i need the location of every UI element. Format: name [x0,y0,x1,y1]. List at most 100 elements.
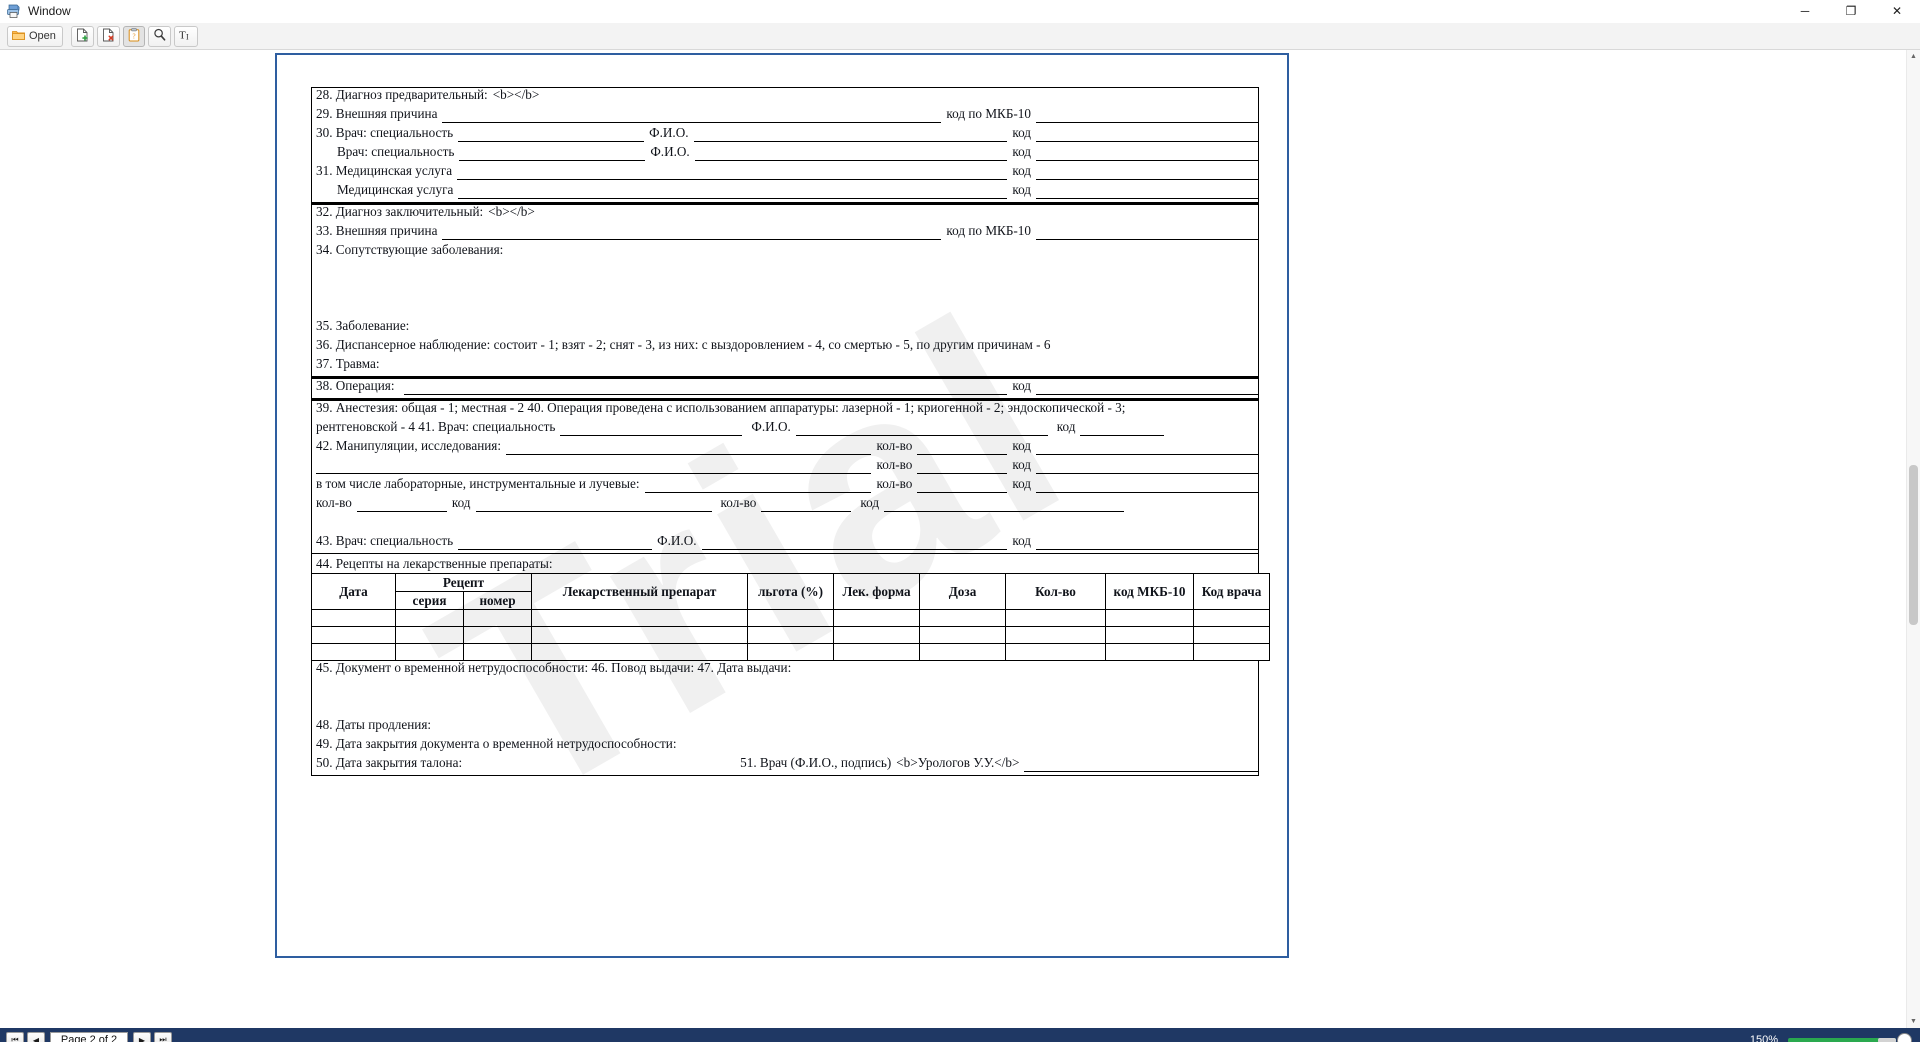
line-31a-field[interactable] [457,178,1008,180]
line-39b-label: рентгеновской - 4 41. Врач: специальност… [316,420,556,434]
line-41-kod-field[interactable] [1080,434,1165,436]
line-42b: в том числе лабораторные, инструментальн… [312,477,1258,496]
line-33-code-field[interactable] [1036,238,1258,240]
page-indicator[interactable]: Page 2 of 2 [50,1031,128,1042]
cell-icd[interactable] [1105,609,1195,627]
cell-drug[interactable] [531,626,749,644]
line-51-signature-field[interactable] [1024,770,1258,772]
line-42a2-field[interactable] [316,472,872,474]
line-31b-kod-field[interactable] [1036,197,1258,199]
cell-benefit[interactable] [747,643,835,661]
last-page-button[interactable]: ⏭ [154,1031,172,1042]
cell-doctor-code[interactable] [1193,626,1271,644]
line-42a-kod-field[interactable] [1036,453,1258,455]
line-43-fio-field[interactable] [701,548,1008,550]
line-42a-field[interactable] [506,453,872,455]
line-42d-kolvo-field[interactable] [761,510,852,512]
line-30a-kod-field[interactable] [1036,140,1258,142]
cell-series[interactable] [395,643,464,661]
minimize-button[interactable]: ─ [1782,0,1828,22]
zoom-slider-knob[interactable] [1897,1032,1912,1042]
cell-benefit[interactable] [747,626,835,644]
cell-doctor-code[interactable] [1193,609,1271,627]
line-42c: кол-во код кол-во код [312,496,1258,515]
maximize-button[interactable]: ❐ [1828,0,1874,22]
line-30a-fio-field[interactable] [693,140,1008,142]
zoom-button[interactable] [147,25,171,47]
line-43-spec-field[interactable] [458,548,653,550]
line-30a-spec-field[interactable] [458,140,645,142]
cell-drug[interactable] [531,643,749,661]
first-page-button[interactable]: ⏮ [6,1031,24,1042]
line-42b-kolvo-field[interactable] [917,491,1008,493]
previous-page-button[interactable]: ◀ [27,1031,45,1042]
line-42a2-kolvo-field[interactable] [917,472,1008,474]
line-42b-kod-field[interactable] [1036,491,1258,493]
scroll-up-icon[interactable]: ▲ [1907,50,1920,63]
cell-date[interactable] [311,643,396,661]
document-page: Trial 28. Диагноз предварительный: <b></… [275,53,1289,958]
open-button[interactable]: Open [7,25,63,47]
clipboard-button[interactable]: ? [122,25,145,47]
cell-icd[interactable] [1105,626,1195,644]
cell-dose[interactable] [919,609,1007,627]
line-41-fio-field[interactable] [795,434,1048,436]
cell-date[interactable] [311,609,396,627]
line-41-spec-field[interactable] [560,434,743,436]
vertical-scrollbar[interactable]: ▲ ▼ [1906,50,1920,1028]
new-document-button[interactable] [70,25,94,47]
cell-drug[interactable] [531,609,749,627]
zoom-slider-track[interactable] [1788,1037,1896,1042]
cell-dose[interactable] [919,626,1007,644]
cell-icd[interactable] [1105,643,1195,661]
cell-dose[interactable] [919,643,1007,661]
text-select-button[interactable]: T I [173,25,198,47]
line-42c-kod-field[interactable] [475,510,712,512]
cell-form[interactable] [833,626,921,644]
line-42c-kolvo-field[interactable] [356,510,447,512]
cell-date[interactable] [311,626,396,644]
next-page-button[interactable]: ▶ [133,1031,151,1042]
line-42b-field[interactable] [644,491,872,493]
cell-number[interactable] [462,643,533,661]
cell-qty[interactable] [1005,609,1107,627]
cell-form[interactable] [833,643,921,661]
line-41-fio-label: Ф.И.О. [751,420,791,434]
line-38-field[interactable] [403,393,1008,395]
cell-qty[interactable] [1005,643,1107,661]
cell-series[interactable] [395,626,464,644]
line-42d-kod-field[interactable] [884,510,1125,512]
line-31a-kod-label: код [1012,164,1031,178]
line-45: 45. Документ о временной нетрудоспособно… [312,661,1258,680]
line-42a-kolvo-field[interactable] [917,453,1008,455]
cell-number[interactable] [462,626,533,644]
line-32-value: <b></b> [488,205,535,219]
line-30b-spec-field[interactable] [459,159,646,161]
line-38: 38. Операция: код [312,379,1258,398]
scroll-down-icon[interactable]: ▼ [1907,1015,1920,1028]
cell-qty[interactable] [1005,626,1107,644]
line-31b-field[interactable] [458,197,1008,199]
table-row[interactable] [311,643,1271,661]
table-row[interactable] [311,609,1271,627]
cell-series[interactable] [395,609,464,627]
line-38-kod-field[interactable] [1036,393,1258,395]
line-29-field[interactable] [442,121,942,123]
table-row[interactable] [311,626,1271,644]
line-31a-kod-field[interactable] [1036,178,1258,180]
scrollbar-thumb[interactable] [1909,465,1918,625]
delete-document-button[interactable] [96,25,120,47]
cell-number[interactable] [462,609,533,627]
cell-form[interactable] [833,609,921,627]
cell-doctor-code[interactable] [1193,643,1271,661]
cell-benefit[interactable] [747,609,835,627]
close-button[interactable]: ✕ [1874,0,1920,22]
line-29-code-field[interactable] [1036,121,1258,123]
line-30b-kod-field[interactable] [1036,159,1258,161]
line-42a2-kod-field[interactable] [1036,472,1258,474]
line-34-space-3 [312,300,1258,319]
line-43-kod-field[interactable] [1036,548,1258,550]
line-45-space-1 [312,680,1258,699]
line-33-field[interactable] [442,238,942,240]
line-30b-fio-field[interactable] [694,159,1008,161]
